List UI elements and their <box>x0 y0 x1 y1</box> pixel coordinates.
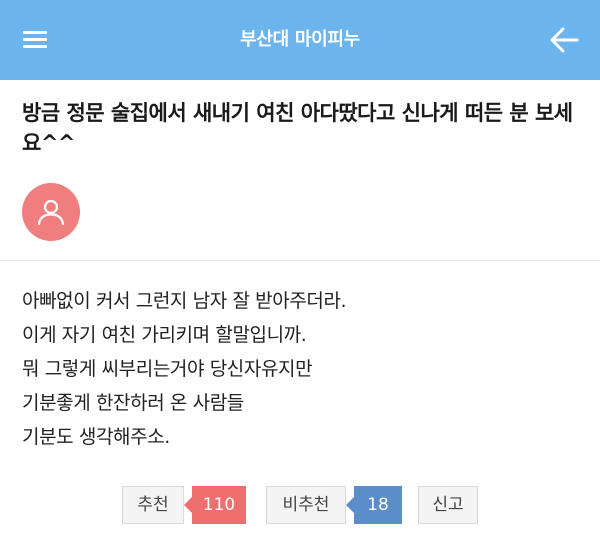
report-button[interactable]: 신고 <box>418 486 478 524</box>
body-line: 아빠없이 커서 그런지 남자 잘 받아주더라. <box>22 290 347 312</box>
body-line: 이게 자기 여친 가리키며 할말입니까. <box>22 324 307 346</box>
vote-actions: 추천 110 비추천 18 신고 <box>122 486 478 524</box>
hamburger-menu-icon[interactable] <box>18 26 52 54</box>
recommend-button[interactable]: 추천 <box>122 486 184 524</box>
divider <box>0 260 600 261</box>
top-app-bar: 부산대 마이피누 <box>0 0 600 80</box>
arrow-left-icon[interactable] <box>548 25 582 55</box>
app-title: 부산대 마이피누 <box>240 29 360 50</box>
user-icon <box>37 199 65 226</box>
menu-line <box>23 38 47 41</box>
body-line: 기분좋게 한잔하러 온 사람들 <box>22 392 244 414</box>
body-line: 기분도 생각해주소. <box>22 426 170 448</box>
body-line: 뭐 그렇게 씨부리는거야 당신자유지만 <box>22 358 313 380</box>
not-recommend-count: 18 <box>346 486 402 524</box>
avatar[interactable] <box>22 183 80 241</box>
menu-line <box>23 45 47 48</box>
post-title: 방금 정문 술집에서 새내기 여친 아다땄다고 신나게 떠든 분 보세요^^ <box>22 101 573 155</box>
not-recommend-button[interactable]: 비추천 <box>266 486 346 524</box>
recommend-count: 110 <box>184 486 246 524</box>
menu-line <box>23 31 47 34</box>
post-body: 아빠없이 커서 그런지 남자 잘 받아주더라. 이게 자기 여친 가리키며 할말… <box>22 284 578 454</box>
